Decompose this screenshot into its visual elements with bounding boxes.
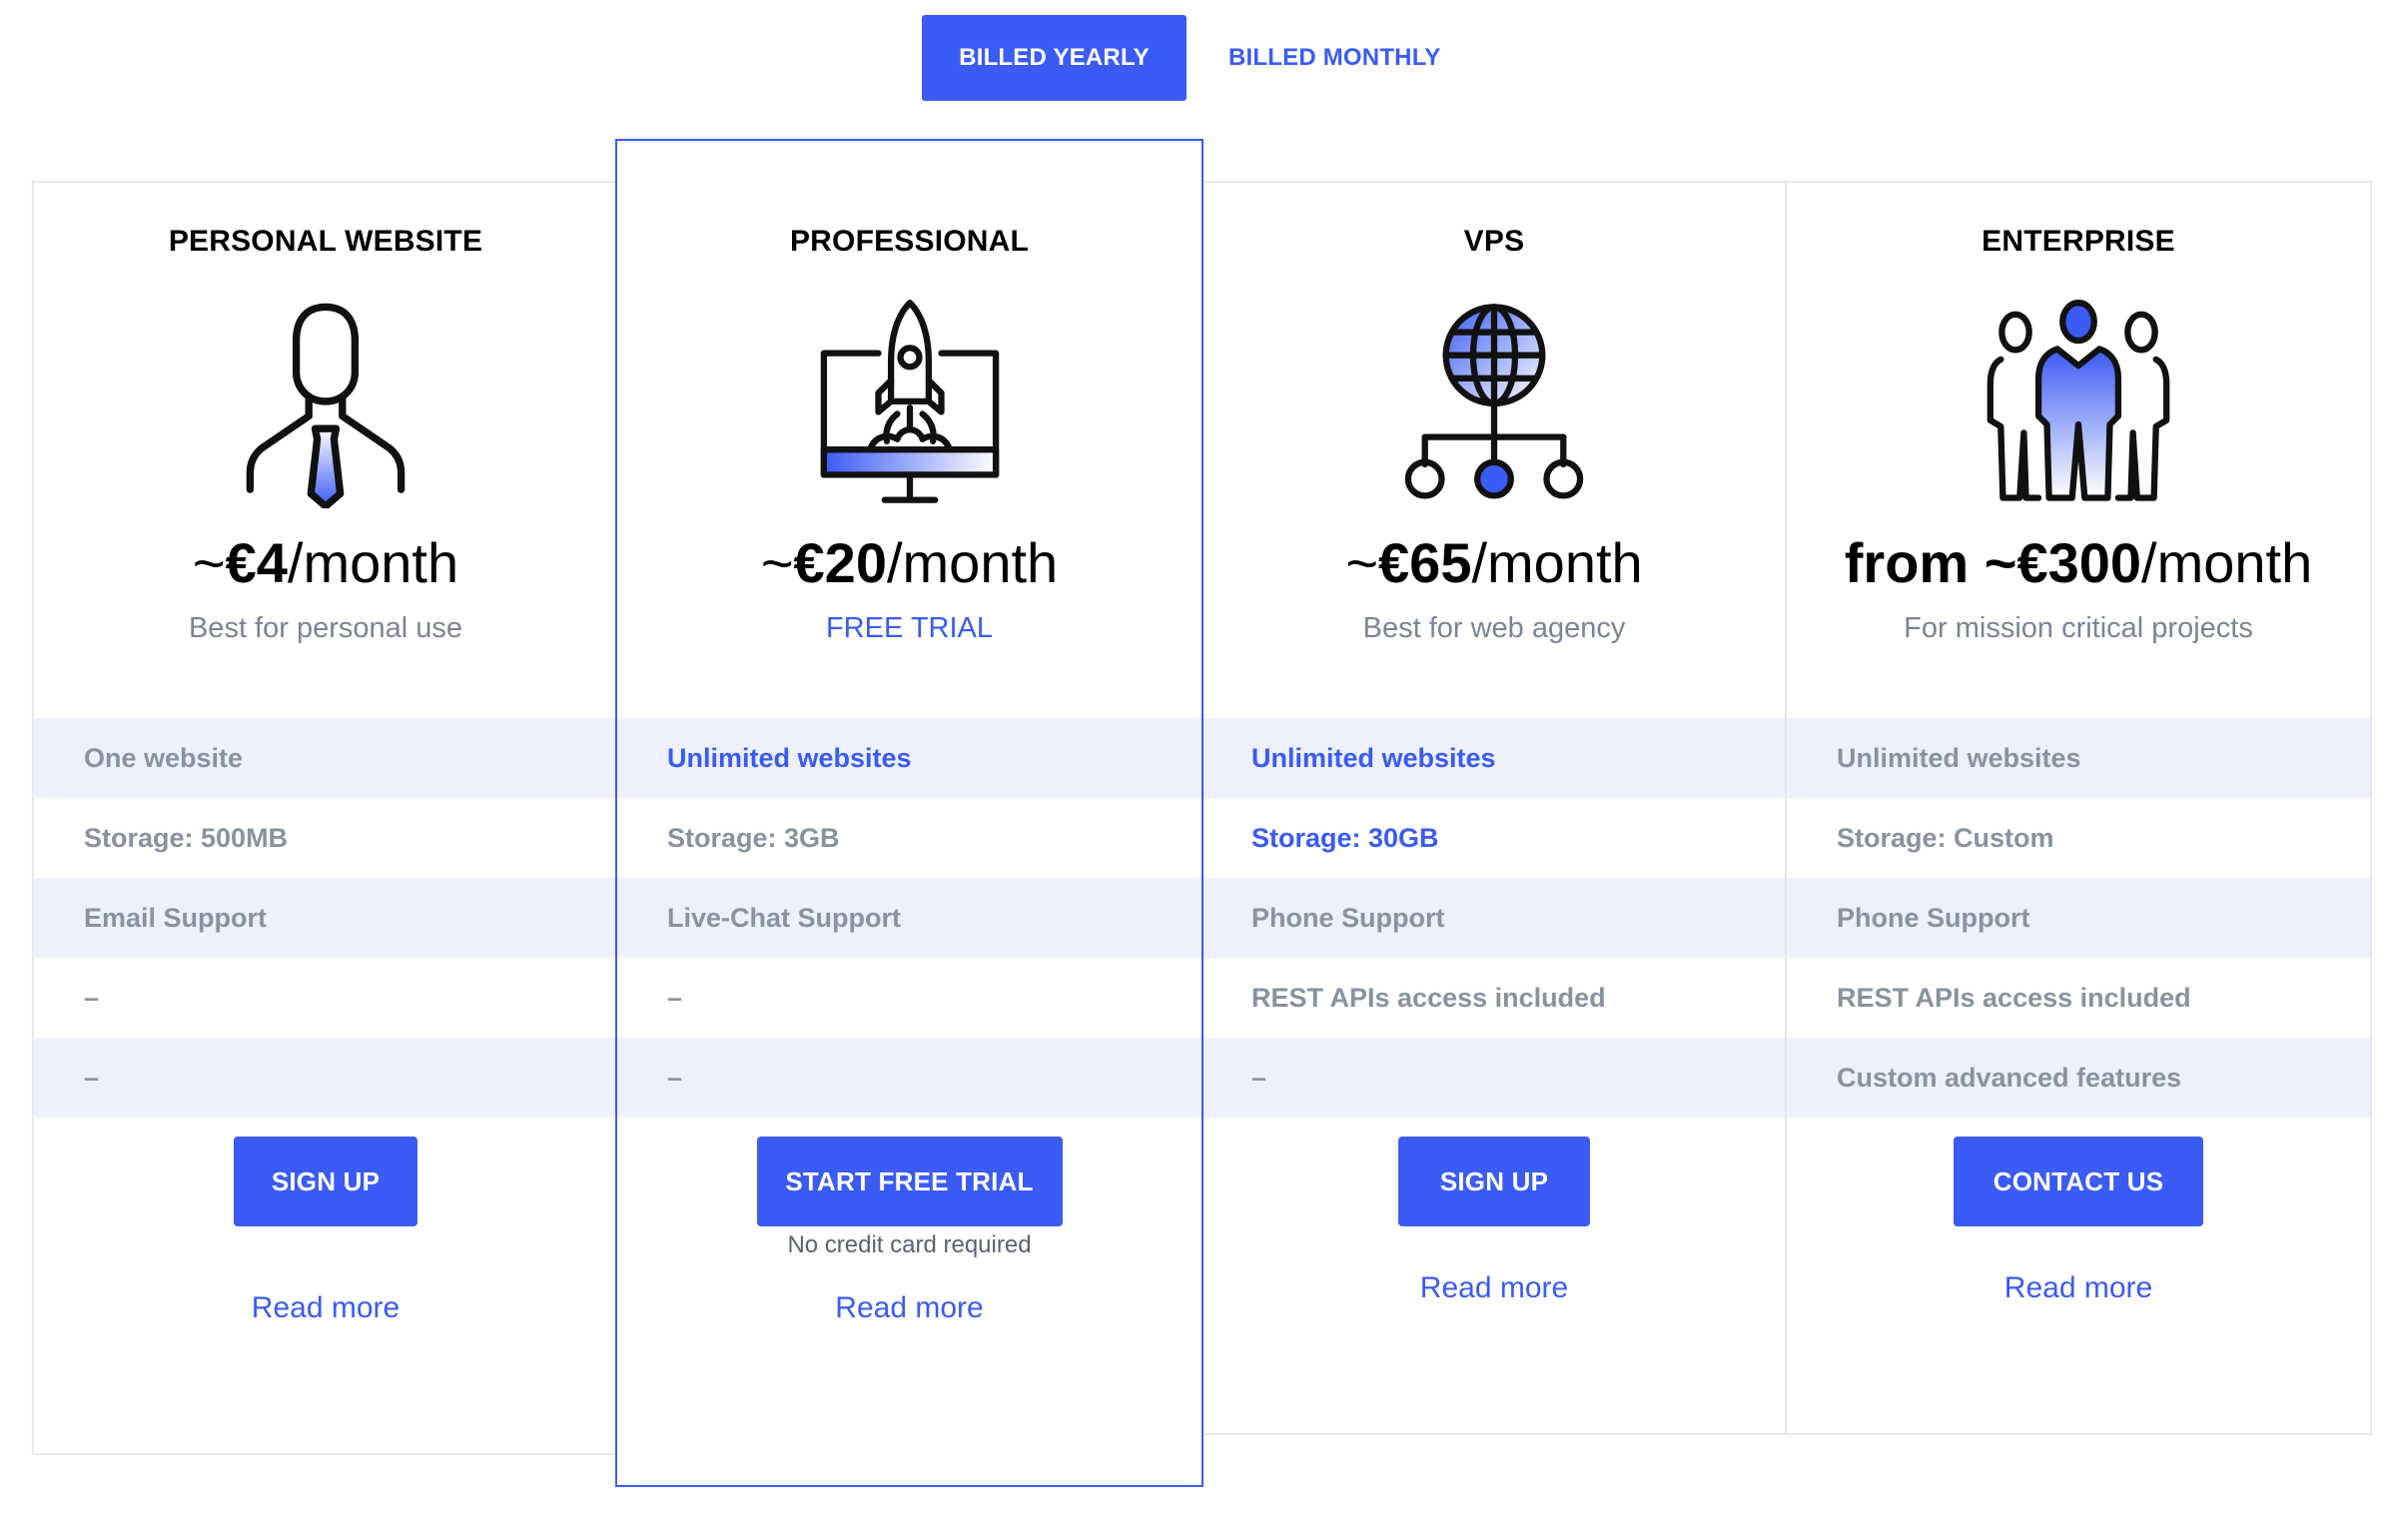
plan-card-vps: VPS ~€65/month Best for web agency Unlim… (1199, 181, 1789, 1435)
feature-list: Unlimited websites Storage: 3GB Live-Cha… (617, 718, 1201, 1118)
plan-price: ~€4/month (192, 531, 459, 594)
globe-network-icon (1404, 304, 1584, 499)
plan-subtitle: Best for personal use (188, 612, 463, 644)
no-credit-card-note: No credit card required (787, 1231, 1032, 1258)
read-more-link[interactable]: Read more (617, 1291, 1201, 1325)
read-more-link[interactable]: Read more (1201, 1271, 1787, 1305)
feature-row: Storage: Custom (1837, 823, 2054, 853)
feature-row: Unlimited websites (1787, 718, 2370, 798)
billed-yearly-button[interactable]: BILLED YEARLY (922, 15, 1187, 101)
feature-row: Unlimited websites (1201, 718, 1787, 798)
feature-list: One website Storage: 500MB Email Support… (34, 718, 617, 1118)
feature-row: Unlimited websites (617, 718, 1201, 798)
feature-list: Unlimited websites Storage: 30GB Phone S… (1201, 718, 1787, 1118)
feature-row: Phone Support (1787, 878, 2370, 958)
feature-row: REST APIs access included (1251, 983, 1606, 1013)
plan-title: PROFESSIONAL (789, 225, 1030, 258)
feature-row: Live-Chat Support (617, 878, 1201, 958)
read-more-link[interactable]: Read more (1787, 1271, 2370, 1305)
sign-up-button[interactable]: SIGN UP (234, 1137, 417, 1226)
billed-monthly-button[interactable]: BILLED MONTHLY (1216, 15, 1453, 101)
feature-row: Phone Support (1201, 878, 1787, 958)
feature-row: Custom advanced features (1787, 1038, 2370, 1118)
sign-up-button[interactable]: SIGN UP (1398, 1137, 1590, 1226)
billing-toggle: BILLED YEARLY BILLED MONTHLY (922, 15, 1453, 101)
feature-row: Storage: 30GB (1251, 823, 1439, 853)
feature-row: – (34, 1038, 617, 1118)
plan-title: ENTERPRISE (1982, 225, 2175, 258)
feature-row: Storage: 500MB (84, 823, 289, 853)
read-more-link[interactable]: Read more (34, 1291, 617, 1325)
businessman-icon (246, 303, 405, 508)
rocket-monitor-icon (820, 300, 999, 503)
feature-row: Email Support (34, 878, 617, 958)
plan-subtitle: For mission critical projects (1904, 612, 2253, 644)
plan-price: ~€65/month (1345, 531, 1643, 594)
start-free-trial-button[interactable]: START FREE TRIAL (756, 1137, 1063, 1226)
plan-card-enterprise: ENTERPRISE from ~€300/month For mission … (1785, 181, 2372, 1435)
free-trial-label: FREE TRIAL (825, 612, 994, 644)
feature-row: – (84, 983, 100, 1013)
plan-subtitle: Best for web agency (1362, 612, 1626, 644)
feature-row: – (617, 1038, 1201, 1118)
team-icon (1987, 300, 2170, 501)
plan-title: VPS (1463, 225, 1525, 258)
plan-card-professional: PROFESSIONAL ~€20/month FREE TRIAL Unlim… (615, 139, 1203, 1487)
plan-card-personal: PERSONAL WEBSITE ~€4/month Best for pers… (32, 181, 619, 1455)
plan-title: PERSONAL WEBSITE (168, 225, 483, 258)
feature-row: – (667, 983, 683, 1013)
feature-list: Unlimited websites Storage: Custom Phone… (1787, 718, 2370, 1118)
contact-us-button[interactable]: CONTACT US (1954, 1137, 2203, 1226)
feature-row: Storage: 3GB (667, 823, 840, 853)
feature-row: One website (34, 718, 617, 798)
plan-price: from ~€300/month (1844, 531, 2313, 594)
feature-row: REST APIs access included (1837, 983, 2191, 1013)
feature-row: – (1201, 1038, 1787, 1118)
plan-price: ~€20/month (760, 531, 1059, 594)
